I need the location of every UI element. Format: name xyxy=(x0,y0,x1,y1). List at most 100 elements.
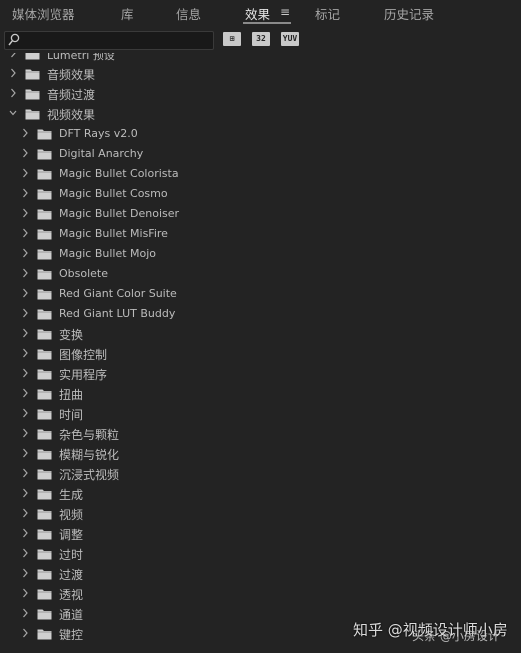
panel-menu-icon[interactable]: ≡ xyxy=(280,5,290,19)
tree-item-label: 扭曲 xyxy=(59,388,84,402)
chevron-right-icon[interactable] xyxy=(21,347,29,359)
chevron-right-icon[interactable] xyxy=(21,367,29,379)
tree-item[interactable]: 视频效果 xyxy=(0,104,521,124)
folder-icon xyxy=(37,209,52,220)
tab-libraries[interactable]: 库 xyxy=(121,4,134,23)
tree-item[interactable]: Magic Bullet Mojo xyxy=(0,244,521,264)
tree-item-label: 杂色与颗粒 xyxy=(59,428,120,442)
tab-markers[interactable]: 标记 xyxy=(315,4,340,23)
chevron-right-icon[interactable] xyxy=(21,587,29,599)
tree-item[interactable]: 生成 xyxy=(0,484,521,504)
chevron-right-icon[interactable] xyxy=(21,267,29,279)
chevron-right-icon[interactable] xyxy=(21,607,29,619)
chevron-right-icon[interactable] xyxy=(9,67,17,79)
tree-item-label: Red Giant LUT Buddy xyxy=(59,307,176,320)
tree-item-label: Digital Anarchy xyxy=(59,147,144,160)
tree-item-label: 实用程序 xyxy=(59,368,108,382)
tree-item-label: 通道 xyxy=(59,608,84,622)
folder-icon xyxy=(37,569,52,580)
folder-icon xyxy=(37,629,52,640)
active-tab-indicator xyxy=(243,22,291,24)
32-bit-color-icon[interactable]: 32 xyxy=(252,32,270,46)
tree-item-label: 音频过渡 xyxy=(47,88,96,102)
tree-item[interactable]: Red Giant Color Suite xyxy=(0,284,521,304)
chevron-right-icon[interactable] xyxy=(21,327,29,339)
chevron-right-icon[interactable] xyxy=(21,307,29,319)
chevron-right-icon[interactable] xyxy=(21,207,29,219)
tree-item[interactable]: Magic Bullet Colorista xyxy=(0,164,521,184)
chevron-right-icon[interactable] xyxy=(21,167,29,179)
accelerated-effects-icon[interactable]: ⊞ xyxy=(223,32,241,46)
tab-history[interactable]: 历史记录 xyxy=(384,4,434,23)
chevron-down-icon[interactable] xyxy=(9,107,17,119)
chevron-right-icon[interactable] xyxy=(21,187,29,199)
tree-item[interactable]: 变换 xyxy=(0,324,521,344)
tree-item[interactable]: 音频效果 xyxy=(0,64,521,84)
chevron-right-icon[interactable] xyxy=(21,407,29,419)
chevron-right-icon[interactable] xyxy=(21,627,29,639)
tab-media-browser[interactable]: 媒体浏览器 xyxy=(12,4,75,23)
effects-tree: Lumetri 预设 音频效果音频过渡视频效果 DFT Rays v2.0 Digit… xyxy=(0,53,521,653)
tree-item-label: Magic Bullet MisFire xyxy=(59,227,168,240)
folder-icon xyxy=(37,589,52,600)
folder-icon xyxy=(25,109,40,120)
tree-item[interactable]: Magic Bullet Cosmo xyxy=(0,184,521,204)
tree-item[interactable]: 实用程序 xyxy=(0,364,521,384)
search-input[interactable] xyxy=(4,31,214,50)
tree-item-label: DFT Rays v2.0 xyxy=(59,127,138,140)
chevron-right-icon[interactable] xyxy=(21,147,29,159)
folder-icon xyxy=(25,69,40,80)
tree-item[interactable]: 视频 xyxy=(0,504,521,524)
tree-item[interactable]: 调整 xyxy=(0,524,521,544)
tree-item[interactable]: 杂色与颗粒 xyxy=(0,424,521,444)
tree-item-label: 视频效果 xyxy=(47,108,96,122)
tree-item[interactable]: 过时 xyxy=(0,544,521,564)
chevron-right-icon[interactable] xyxy=(21,527,29,539)
chevron-right-icon[interactable] xyxy=(21,507,29,519)
folder-icon xyxy=(37,149,52,160)
chevron-right-icon[interactable] xyxy=(21,287,29,299)
chevron-right-icon[interactable] xyxy=(21,547,29,559)
chevron-right-icon[interactable] xyxy=(21,447,29,459)
tree-item-label: 调整 xyxy=(59,528,84,542)
tree-item[interactable]: Magic Bullet MisFire xyxy=(0,224,521,244)
tree-item[interactable]: 沉浸式视频 xyxy=(0,464,521,484)
folder-icon xyxy=(37,409,52,420)
tree-item[interactable]: 图像控制 xyxy=(0,344,521,364)
tree-item[interactable]: 扭曲 xyxy=(0,384,521,404)
yuv-effects-icon[interactable]: YUV xyxy=(281,32,299,46)
tree-item[interactable]: 时间 xyxy=(0,404,521,424)
effects-toolbar: ⊞ 32 YUV xyxy=(0,27,521,53)
tree-item[interactable]: Obsolete xyxy=(0,264,521,284)
tree-item[interactable]: Red Giant LUT Buddy xyxy=(0,304,521,324)
chevron-right-icon[interactable] xyxy=(21,247,29,259)
tab-effects[interactable]: 效果 xyxy=(245,4,270,23)
tab-info[interactable]: 信息 xyxy=(176,4,201,23)
tree-item[interactable]: 过渡 xyxy=(0,564,521,584)
chevron-right-icon[interactable] xyxy=(21,487,29,499)
tree-item-label: Magic Bullet Denoiser xyxy=(59,207,180,220)
folder-icon xyxy=(37,549,52,560)
tree-item[interactable]: Digital Anarchy xyxy=(0,144,521,164)
chevron-right-icon[interactable] xyxy=(9,87,17,99)
folder-icon xyxy=(37,389,52,400)
folder-icon xyxy=(37,449,52,460)
chevron-right-icon[interactable] xyxy=(21,467,29,479)
chevron-right-icon[interactable] xyxy=(9,53,17,59)
folder-icon xyxy=(37,169,52,180)
tree-item[interactable]: DFT Rays v2.0 xyxy=(0,124,521,144)
chevron-right-icon[interactable] xyxy=(21,567,29,579)
folder-icon xyxy=(25,89,40,100)
tree-item-label: 图像控制 xyxy=(59,348,108,362)
panel-tab-bar: 媒体浏览器 库 信息 效果 ≡ 标记 历史记录 xyxy=(0,0,521,28)
tree-item[interactable]: 模糊与锐化 xyxy=(0,444,521,464)
tree-item[interactable]: 音频过渡 xyxy=(0,84,521,104)
tree-item[interactable]: 透视 xyxy=(0,584,521,604)
tree-item[interactable]: Lumetri 预设 xyxy=(0,53,521,64)
tree-item-label: Magic Bullet Mojo xyxy=(59,247,157,260)
chevron-right-icon[interactable] xyxy=(21,127,29,139)
tree-item[interactable]: Magic Bullet Denoiser xyxy=(0,204,521,224)
chevron-right-icon[interactable] xyxy=(21,227,29,239)
chevron-right-icon[interactable] xyxy=(21,387,29,399)
chevron-right-icon[interactable] xyxy=(21,427,29,439)
